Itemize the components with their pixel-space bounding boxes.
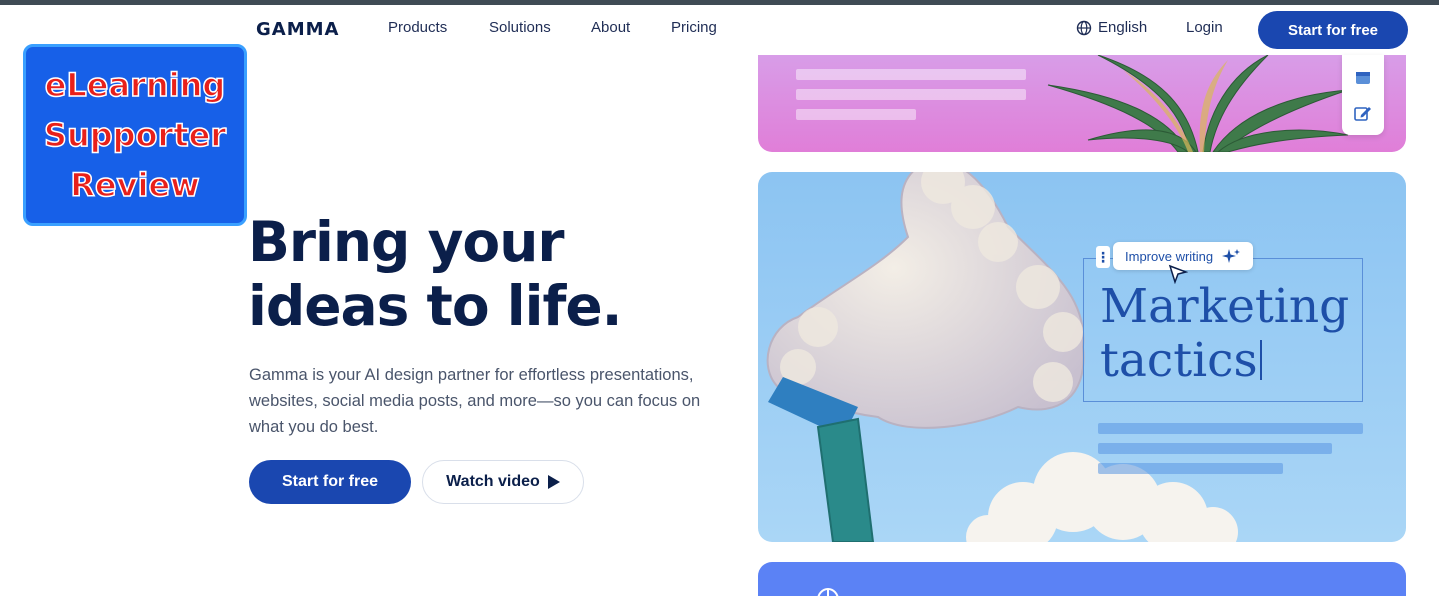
globe-icon	[1076, 20, 1092, 35]
placeholder-bar	[796, 69, 1026, 80]
gamma-logo[interactable]: GAMMA	[256, 19, 339, 40]
marketing-heading-line-2: tactics	[1100, 333, 1258, 388]
nav-pricing[interactable]: Pricing	[671, 19, 717, 36]
watch-video-button[interactable]: Watch video	[422, 460, 584, 504]
placeholder-bar	[796, 89, 1026, 100]
placeholder-bar	[796, 109, 916, 120]
marketing-heading-line-2-wrap: tactics	[1100, 334, 1349, 388]
hero-title: Bring your ideas to life.	[248, 210, 623, 338]
review-badge: eLearning Supporter Review	[23, 44, 247, 226]
sparkle-icon	[1222, 249, 1241, 263]
balloon-icon	[817, 588, 839, 596]
card-layout-icon[interactable]	[1355, 71, 1371, 85]
showcase-card-marketing: ⋮ Improve writing Marketing tactics	[758, 172, 1406, 542]
edit-icon[interactable]	[1354, 105, 1372, 121]
editor-side-toolbar	[1342, 55, 1384, 135]
placeholder-bar	[1098, 423, 1363, 434]
badge-line-1: eLearning	[44, 65, 226, 105]
drag-handle-icon[interactable]: ⋮	[1096, 246, 1110, 268]
placeholder-bar	[1098, 463, 1283, 474]
nav-start-free-button[interactable]: Start for free	[1258, 11, 1408, 49]
nav-solutions[interactable]: Solutions	[489, 19, 551, 36]
marketing-heading-line-1: Marketing	[1100, 279, 1350, 334]
badge-line-3: Review	[70, 165, 201, 205]
showcase-card-bottom	[758, 562, 1406, 596]
nav-products[interactable]: Products	[388, 19, 447, 36]
hero-start-free-button[interactable]: Start for free	[249, 460, 411, 504]
hero-title-line-1: Bring your	[248, 210, 564, 274]
language-selector[interactable]: English	[1076, 19, 1147, 36]
text-caret	[1259, 340, 1262, 380]
plant-illustration	[1047, 55, 1349, 152]
hero-subtitle: Gamma is your AI design partner for effo…	[249, 366, 701, 436]
badge-line-2: Supporter	[43, 115, 227, 155]
placeholder-bar	[1098, 443, 1332, 454]
nav-about[interactable]: About	[591, 19, 630, 36]
watch-video-label: Watch video	[446, 473, 540, 490]
improve-writing-label: Improve writing	[1125, 248, 1214, 264]
cloud-illustration	[966, 452, 1238, 542]
play-icon	[547, 475, 560, 489]
showcase-card-top	[758, 55, 1406, 152]
language-label: English	[1098, 19, 1148, 36]
marketing-heading: Marketing tactics	[1100, 280, 1349, 388]
login-link[interactable]: Login	[1186, 19, 1223, 36]
hero-title-line-2: ideas to life.	[248, 274, 623, 338]
